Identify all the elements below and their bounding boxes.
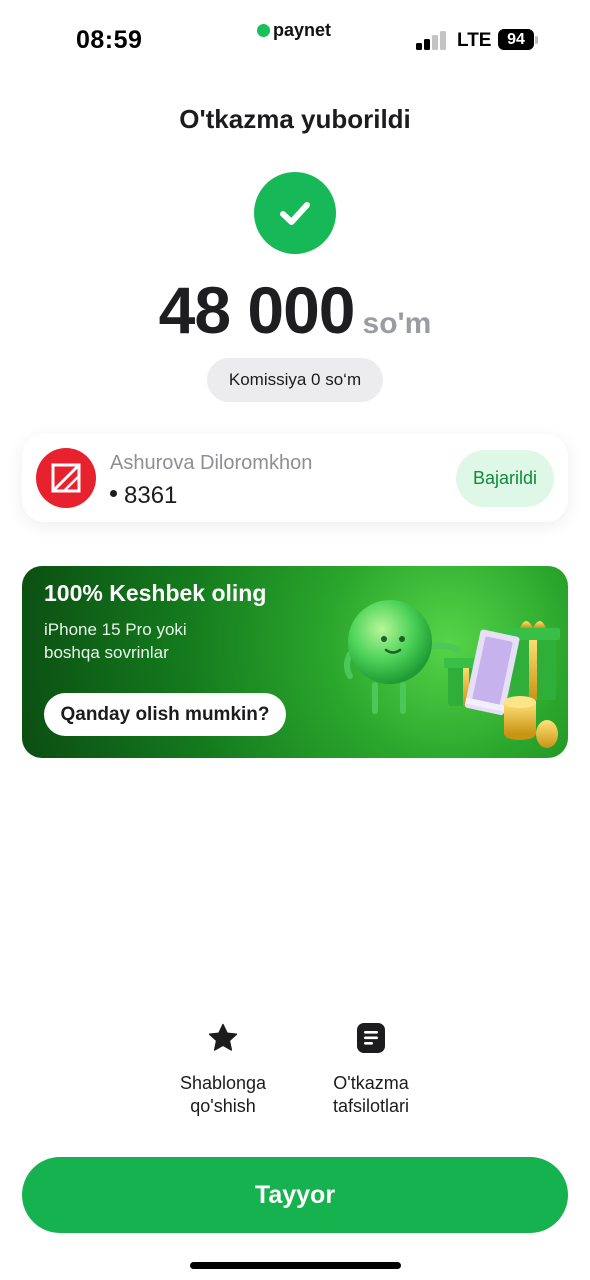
- battery-icon: 94: [498, 29, 538, 50]
- home-indicator[interactable]: [190, 1262, 401, 1269]
- status-time: 08:59: [76, 26, 143, 54]
- network-type: LTE: [457, 30, 492, 51]
- add-template-action[interactable]: Shablonga qo'shish: [148, 1018, 298, 1118]
- brand-logo: paynet: [257, 20, 331, 41]
- recipient-card: Ashurova Diloromkhon 8361 Bajarildi: [22, 434, 568, 522]
- mascot-gifts-illustration: [344, 600, 560, 748]
- star-icon: [203, 1018, 243, 1058]
- success-check-icon: [254, 172, 336, 254]
- status-badge: Bajarildi: [456, 450, 554, 507]
- mask-dot: [110, 490, 117, 498]
- document-icon: [351, 1018, 391, 1058]
- brand-name: paynet: [273, 20, 332, 40]
- battery-level: 94: [498, 29, 535, 50]
- transfer-amount: 48 000 so'm: [0, 272, 590, 348]
- transfer-details-action[interactable]: O'tkazma tafsilotlari: [296, 1018, 446, 1118]
- commission-badge: Komissiya 0 so‘m: [207, 358, 383, 402]
- brand-dot-icon: [257, 24, 270, 37]
- transfer-details-label: O'tkazma tafsilotlari: [332, 1073, 410, 1116]
- signal-strength-icon: [416, 30, 448, 50]
- status-bar: 08:59 paynet LTE 94: [0, 0, 590, 80]
- amount-value: 48 000: [158, 273, 356, 347]
- recipient-name: Ashurova Diloromkhon: [110, 452, 313, 474]
- promo-learn-button[interactable]: Qanday olish mumkin?: [44, 693, 286, 736]
- card-last4: 8361: [124, 482, 178, 509]
- cashback-promo-banner[interactable]: 100% Keshbek oling iPhone 15 Pro yoki bo…: [22, 566, 568, 758]
- bank-logo-icon: [36, 448, 96, 508]
- done-button[interactable]: Tayyor: [22, 1157, 568, 1233]
- amount-currency: so'm: [362, 307, 432, 340]
- promo-title: 100% Keshbek oling: [44, 580, 267, 606]
- add-template-label: Shablonga qo'shish: [179, 1073, 267, 1116]
- card-number: 8361: [110, 482, 177, 510]
- promo-subtitle: iPhone 15 Pro yoki boshqa sovrinlar: [44, 620, 187, 662]
- battery-cap: [535, 35, 538, 44]
- page-title: O'tkazma yuborildi: [179, 104, 411, 134]
